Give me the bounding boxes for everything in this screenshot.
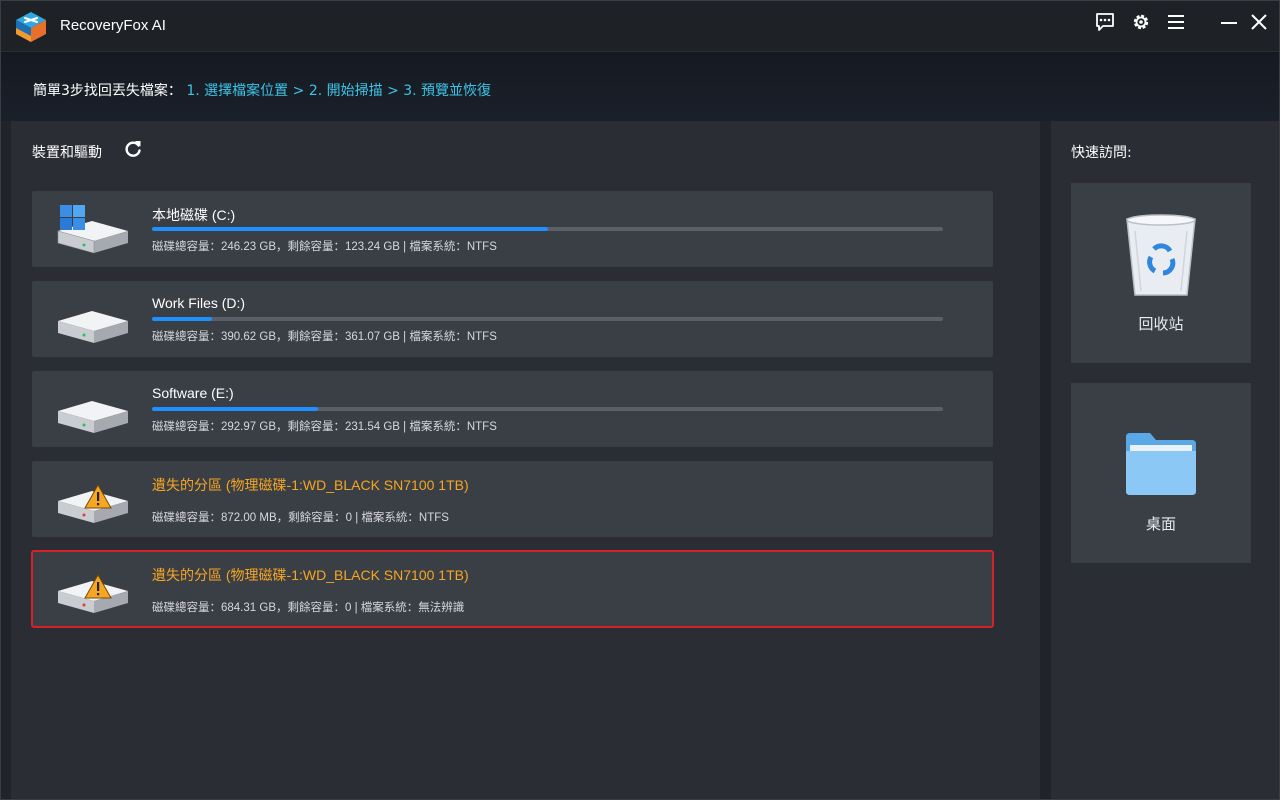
drive-usage-fill xyxy=(152,227,548,231)
settings-button[interactable] xyxy=(1129,10,1153,34)
minimize-icon xyxy=(1221,22,1237,24)
devices-title: 裝置和驅動 xyxy=(32,145,102,161)
lost-partition-item[interactable]: 遺失的分區 (物理磁碟-1:WD_BLACK SN7100 1TB) 磁碟總容量… xyxy=(31,550,994,628)
drive-item-e[interactable]: Software (E:) 磁碟總容量：292.97 GB，剩餘容量：231.5… xyxy=(32,371,993,447)
hard-drive-icon xyxy=(58,311,128,343)
hard-drive-icon xyxy=(58,401,128,433)
drive-usage-fill xyxy=(152,317,213,321)
drive-usage-fill xyxy=(152,407,319,411)
drive-item-d[interactable]: Work Files (D:) 磁碟總容量：390.62 GB，剩餘容量：361… xyxy=(32,281,993,357)
minimize-button[interactable] xyxy=(1217,10,1241,34)
drive-usage-bar xyxy=(152,227,943,231)
drive-name: 本地磁碟 (C:) xyxy=(152,207,236,223)
title-bar: RecoveryFox AI xyxy=(1,1,1279,51)
hamburger-menu-icon xyxy=(1168,15,1184,29)
recycle-bin-icon xyxy=(1126,214,1196,296)
quick-access-label: 桌面 xyxy=(1145,515,1176,533)
app-window: RecoveryFox AI 簡單3步找回丟失檔案： 1. 選擇檔案位置 > 2… xyxy=(0,0,1280,800)
drive-info: 磁碟總容量：246.23 GB，剩餘容量：123.24 GB | 檔案系統：NT… xyxy=(152,241,497,253)
drive-info: 磁碟總容量：390.62 GB，剩餘容量：361.07 GB | 檔案系統：NT… xyxy=(152,331,497,343)
lost-partition-warning-icon xyxy=(58,483,128,523)
quick-access-label: 回收站 xyxy=(1138,315,1184,333)
quick-access-title: 快速訪問: xyxy=(1071,145,1132,161)
lost-partition-warning-icon xyxy=(58,573,128,613)
steps-prefix: 簡單3步找回丟失檔案： xyxy=(33,83,182,99)
quick-access-desktop[interactable]: 桌面 xyxy=(1071,383,1251,563)
drive-name: 遺失的分區 (物理磁碟-1:WD_BLACK SN7100 1TB) xyxy=(152,567,469,583)
steps-banner: 簡單3步找回丟失檔案： 1. 選擇檔案位置 > 2. 開始掃描 > 3. 預覽並… xyxy=(1,51,1279,121)
lost-partition-item[interactable]: 遺失的分區 (物理磁碟-1:WD_BLACK SN7100 1TB) 磁碟總容量… xyxy=(32,461,993,537)
refresh-icon[interactable] xyxy=(123,139,143,159)
drive-usage-bar xyxy=(152,407,943,411)
drive-item-c[interactable]: 本地磁碟 (C:) 磁碟總容量：246.23 GB，剩餘容量：123.24 GB… xyxy=(32,191,993,267)
steps-link: 1. 選擇檔案位置 > 2. 開始掃描 > 3. 預覽並恢復 xyxy=(186,83,492,99)
close-button[interactable] xyxy=(1247,10,1271,34)
feedback-button[interactable] xyxy=(1093,10,1117,34)
drive-name: Software (E:) xyxy=(152,385,234,401)
windows-drive-icon xyxy=(57,205,128,254)
app-title: RecoveryFox AI xyxy=(60,17,166,34)
drive-info: 磁碟總容量：684.31 GB，剩餘容量：0 | 檔案系統：無法辨識 xyxy=(152,602,465,614)
quick-access-panel: 快速訪問: 回收站 桌面 xyxy=(1051,121,1279,799)
app-logo-icon xyxy=(16,12,46,42)
drive-name: 遺失的分區 (物理磁碟-1:WD_BLACK SN7100 1TB) xyxy=(152,477,469,493)
drive-info: 磁碟總容量：292.97 GB，剩餘容量：231.54 GB | 檔案系統：NT… xyxy=(152,421,497,433)
menu-button[interactable] xyxy=(1164,10,1188,34)
devices-panel: 裝置和驅動 本地磁碟 (C:) 磁碟總容量：246.23 GB，剩餘容量：123… xyxy=(11,121,1040,799)
steps-text: 簡單3步找回丟失檔案： 1. 選擇檔案位置 > 2. 開始掃描 > 3. 預覽並… xyxy=(33,80,491,100)
chat-icon xyxy=(1096,13,1114,31)
folder-icon xyxy=(1126,433,1196,495)
gear-icon xyxy=(1133,14,1149,30)
drive-usage-bar xyxy=(152,317,943,321)
quick-access-recycle-bin[interactable]: 回收站 xyxy=(1071,183,1251,363)
drive-info: 磁碟總容量：872.00 MB，剩餘容量：0 | 檔案系統：NTFS xyxy=(152,512,449,524)
drive-name: Work Files (D:) xyxy=(152,295,246,311)
close-icon xyxy=(1251,14,1267,30)
